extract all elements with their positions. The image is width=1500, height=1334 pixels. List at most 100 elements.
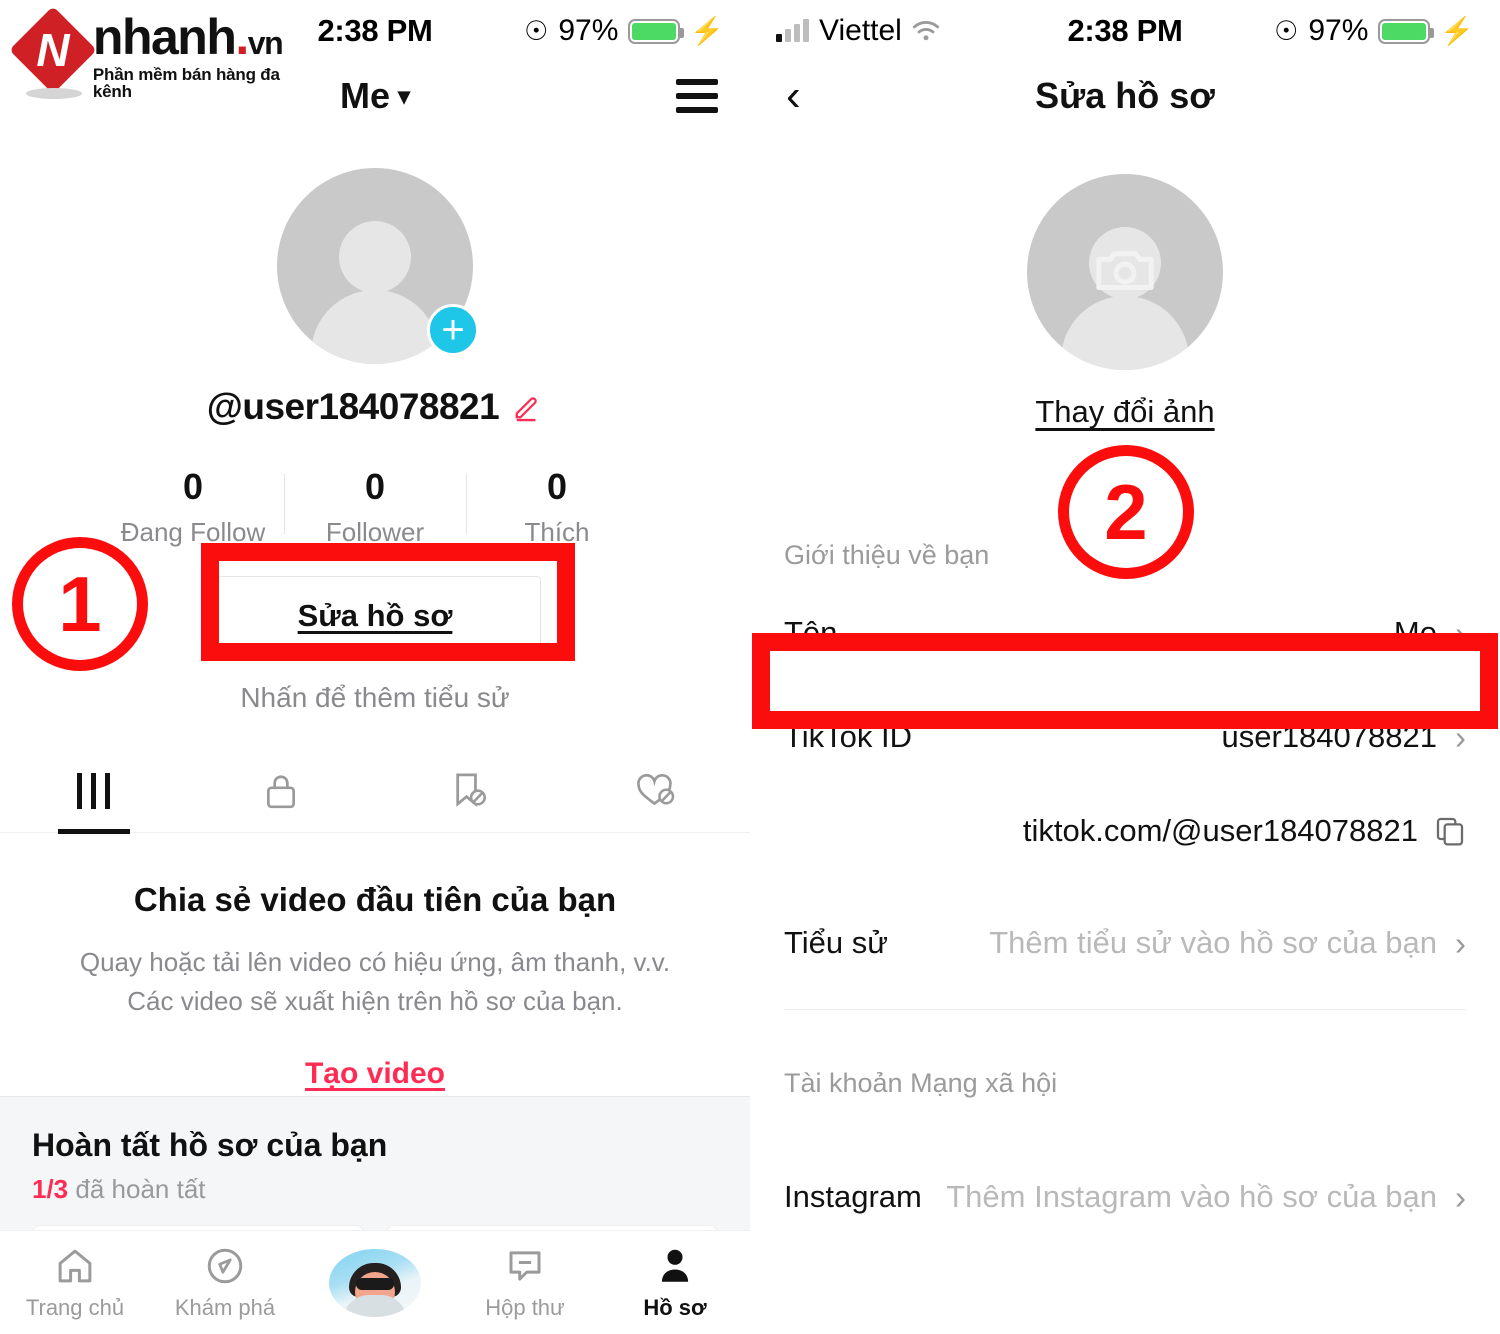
row-tiktok-id-value-group: user184078821 › — [1222, 719, 1466, 755]
avatar-center-icon — [329, 1248, 421, 1317]
account-switcher[interactable]: Me ▾ — [340, 75, 410, 117]
profile-tab-bar — [0, 750, 750, 833]
stat-following[interactable]: 0 Đang Follow — [102, 466, 284, 548]
rotation-lock-icon: ☉ — [1274, 15, 1299, 46]
row-bio-value: Thêm tiểu sử vào hồ sơ của bạn — [989, 925, 1437, 960]
tab-private[interactable] — [188, 750, 376, 832]
stat-value: 0 — [364, 466, 386, 507]
row-name-value: Me — [1393, 615, 1437, 650]
profile-username: @user184078821 — [206, 386, 500, 427]
section-social-label: Tài khoản Mạng xã hội — [784, 1068, 1058, 1098]
row-tiktok-id[interactable]: TikTok ID user184078821 › — [750, 689, 1500, 785]
nav-discover[interactable]: Khám phá — [150, 1245, 300, 1321]
row-bio-label: Tiểu sử — [784, 925, 889, 960]
nav-home[interactable]: Trang chủ — [0, 1245, 150, 1321]
create-video-link[interactable]: Tạo video — [305, 1057, 445, 1091]
battery-icon — [1378, 18, 1435, 44]
battery-percent: 97% — [558, 14, 619, 47]
row-instagram-value: Thêm Instagram vào hồ sơ của bạn — [946, 1179, 1437, 1214]
copy-icon[interactable] — [1434, 815, 1466, 847]
nhanh-letter-n: N — [36, 24, 70, 76]
profile-avatar-block: + — [0, 168, 750, 364]
dual-screenshot: 2:38 PM ☉ 97% ⚡ N nhanh.vn Phần mềm bán … — [0, 0, 1500, 1334]
row-name-value-group: Me › — [1394, 615, 1466, 651]
right-phone-panel: Viettel 2:38 PM ☉ 97% ⚡ ‹ Sửa hồ sơ Thay… — [750, 0, 1500, 1334]
right-status-bar: Viettel 2:38 PM ☉ 97% ⚡ — [750, 0, 1500, 62]
completion-progress: 1/3 đã hoàn tất — [32, 1174, 718, 1205]
right-nav-header: ‹ Sửa hồ sơ — [750, 62, 1500, 130]
stat-label: Follower — [325, 517, 425, 547]
profile-url-group: tiktok.com/@user184078821 — [1023, 813, 1466, 849]
heart-hidden-icon — [637, 774, 675, 806]
chevron-right-icon: › — [1455, 1178, 1466, 1216]
nhanh-diamond-icon: N — [9, 6, 97, 101]
stat-value: 0 — [546, 466, 568, 507]
chevron-right-icon: › — [1455, 614, 1466, 652]
tab-favorites[interactable] — [375, 750, 563, 832]
pencil-edit-icon[interactable] — [513, 392, 543, 422]
row-bio[interactable]: Tiểu sử Thêm tiểu sử vào hồ sơ của bạn › — [750, 895, 1500, 991]
annotation-step-2: 2 — [1058, 445, 1194, 579]
annotation-step-1: 1 — [12, 537, 148, 671]
completion-title: Hoàn tất hồ sơ của bạn — [32, 1127, 388, 1163]
edit-profile-label: Sửa hồ sơ — [297, 598, 453, 633]
home-icon — [58, 1249, 92, 1282]
row-name-label: Tên — [784, 615, 838, 650]
completion-fraction: 1/3 — [32, 1174, 69, 1204]
nhanh-vn-logo-watermark: N nhanh.vn Phần mềm bán hàng đa kênh — [9, 6, 314, 106]
brand-name: nhanh — [92, 9, 237, 65]
brand-tld: vn — [247, 25, 284, 61]
chevron-down-icon: ▾ — [397, 82, 411, 110]
battery-percent: 97% — [1308, 14, 1369, 47]
camera-icon — [1096, 251, 1154, 291]
tab-liked[interactable] — [563, 750, 751, 832]
stat-label: Thích — [524, 517, 590, 547]
stat-value: 0 — [182, 466, 204, 507]
empty-line-1: Quay hoặc tải lên video có hiệu ứng, âm … — [79, 947, 671, 977]
change-photo-link[interactable]: Thay đổi ảnh — [750, 394, 1500, 430]
stat-label: Đang Follow — [120, 517, 266, 547]
status-right-group: ☉ 97% ⚡ — [524, 14, 724, 48]
chevron-right-icon: › — [1455, 924, 1466, 962]
nav-discover-label: Khám phá — [174, 1294, 276, 1320]
add-bio-hint[interactable]: Nhấn để thêm tiểu sử — [240, 682, 509, 714]
edit-avatar-block — [750, 174, 1500, 370]
empty-video-state: Chia sẻ video đầu tiên của bạn Quay hoặc… — [0, 833, 750, 1091]
nav-inbox[interactable]: Hộp thư — [450, 1245, 600, 1321]
row-instagram[interactable]: Instagram Thêm Instagram vào hồ sơ của b… — [750, 1149, 1500, 1245]
row-bio-value-group: Thêm tiểu sử vào hồ sơ của bạn › — [989, 925, 1466, 961]
hamburger-menu-icon[interactable] — [676, 79, 718, 113]
editable-avatar[interactable] — [1027, 174, 1223, 370]
compass-icon — [207, 1248, 243, 1283]
rotation-lock-icon: ☉ — [524, 15, 549, 46]
nav-profile[interactable]: Hồ sơ — [600, 1245, 750, 1321]
nhanh-wordmark: nhanh.vn Phần mềm bán hàng đa kênh — [93, 12, 314, 100]
row-instagram-label: Instagram — [784, 1179, 922, 1214]
bottom-tab-bar: Trang chủ Khám phá Hộp thư Hồ sơ — [0, 1230, 750, 1334]
row-profile-url[interactable]: tiktok.com/@user184078821 — [750, 785, 1500, 877]
bookmark-hidden-icon — [456, 773, 486, 807]
nav-profile-label: Hồ sơ — [643, 1294, 707, 1320]
battery-icon — [628, 18, 685, 44]
add-photo-plus-icon[interactable]: + — [427, 304, 479, 356]
section-divider — [784, 1009, 1466, 1010]
row-instagram-value-group: Thêm Instagram vào hồ sơ của bạn › — [946, 1179, 1466, 1215]
person-icon — [661, 1249, 689, 1282]
profile-url-value: tiktok.com/@user184078821 — [1022, 813, 1418, 848]
stat-followers[interactable]: 0 Follower — [284, 466, 466, 548]
nav-inbox-label: Hộp thư — [485, 1294, 565, 1320]
brand-dot: . — [235, 9, 249, 65]
empty-line-2: Các video sẽ xuất hiện trên hồ sơ của bạ… — [127, 986, 623, 1016]
back-chevron-icon[interactable]: ‹ — [786, 74, 801, 118]
edit-profile-button[interactable]: Sửa hồ sơ — [209, 576, 541, 656]
nav-home-label: Trang chủ — [25, 1294, 125, 1320]
stat-likes[interactable]: 0 Thích — [466, 466, 648, 548]
tab-videos[interactable] — [0, 750, 188, 832]
page-title: Sửa hồ sơ — [1035, 75, 1215, 116]
row-name[interactable]: Tên Me › — [750, 585, 1500, 681]
lock-icon — [267, 775, 296, 809]
completion-suffix: đã hoàn tất — [75, 1174, 206, 1204]
nav-create[interactable] — [300, 1248, 450, 1317]
empty-subtitle: Quay hoặc tải lên video có hiệu ứng, âm … — [0, 943, 750, 1021]
inbox-icon — [509, 1250, 541, 1281]
